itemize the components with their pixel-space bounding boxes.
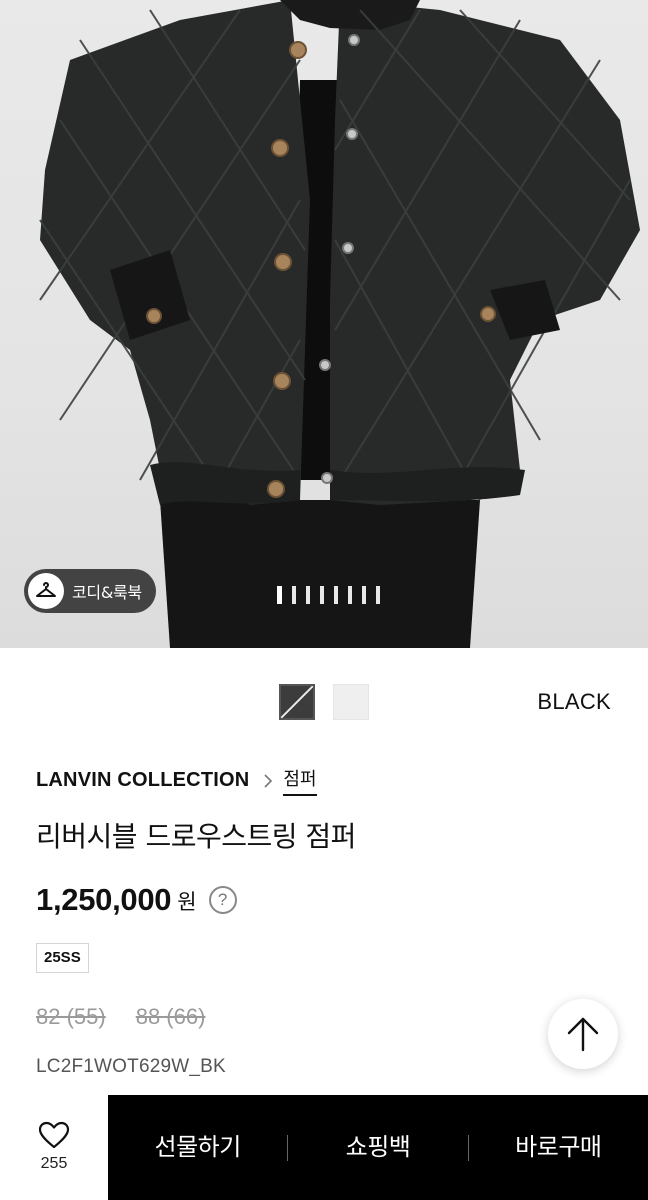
bottom-action-bar: 255 선물하기 쇼핑백 바로구매 [0, 1095, 648, 1200]
selected-slash-icon [280, 685, 314, 719]
carousel-page-indicator [277, 586, 380, 604]
codi-lookbook-label: 코디&룩북 [72, 583, 142, 602]
price-row: 1,250,000 원 ? [36, 882, 237, 918]
page-dot [376, 586, 380, 604]
purchase-actions: 선물하기 쇼핑백 바로구매 [108, 1095, 648, 1200]
heart-icon [38, 1121, 70, 1149]
product-code: LC2F1WOT629W_BK [36, 1056, 226, 1077]
wishlist-count: 255 [40, 1155, 68, 1172]
season-badge: 25SS [36, 943, 89, 973]
chevron-right-icon [263, 773, 273, 789]
breadcrumb: LANVIN COLLECTION 점퍼 [36, 765, 317, 796]
color-swatch-white[interactable] [333, 684, 369, 720]
shopping-bag-button[interactable]: 쇼핑백 [288, 1095, 467, 1200]
page-dot [334, 586, 338, 604]
size-option-sold-out[interactable]: 88 (66) [136, 1004, 206, 1030]
product-title: 리버시블 드로우스트링 점퍼 [36, 820, 356, 853]
wishlist-button[interactable]: 255 [0, 1095, 108, 1200]
buy-now-button[interactable]: 바로구매 [469, 1095, 648, 1200]
product-price: 1,250,000 [36, 882, 172, 917]
brand-link[interactable]: LANVIN COLLECTION [36, 769, 249, 792]
size-options: 82 (55) 88 (66) [36, 1004, 205, 1030]
arrow-up-icon [567, 1017, 599, 1052]
page-dot [306, 586, 310, 604]
scroll-to-top-button[interactable] [548, 999, 618, 1069]
color-swatch-black[interactable] [279, 684, 315, 720]
question-circle-icon[interactable]: ? [208, 886, 237, 914]
page-dot [348, 586, 352, 604]
size-option-sold-out[interactable]: 82 (55) [36, 1004, 106, 1030]
page-dot [277, 586, 282, 604]
product-image-carousel[interactable]: 코디&룩북 [0, 0, 648, 648]
page-dot [292, 586, 296, 604]
currency-unit: 원 [177, 890, 197, 914]
hanger-icon [28, 573, 64, 609]
page-dot [320, 586, 324, 604]
selected-color-name: BLACK [537, 689, 611, 714]
gift-button[interactable]: 선물하기 [108, 1095, 287, 1200]
category-link[interactable]: 점퍼 [283, 765, 317, 796]
page-dot [362, 586, 366, 604]
codi-lookbook-button[interactable]: 코디&룩북 [24, 569, 156, 613]
product-photo [39, 0, 640, 648]
